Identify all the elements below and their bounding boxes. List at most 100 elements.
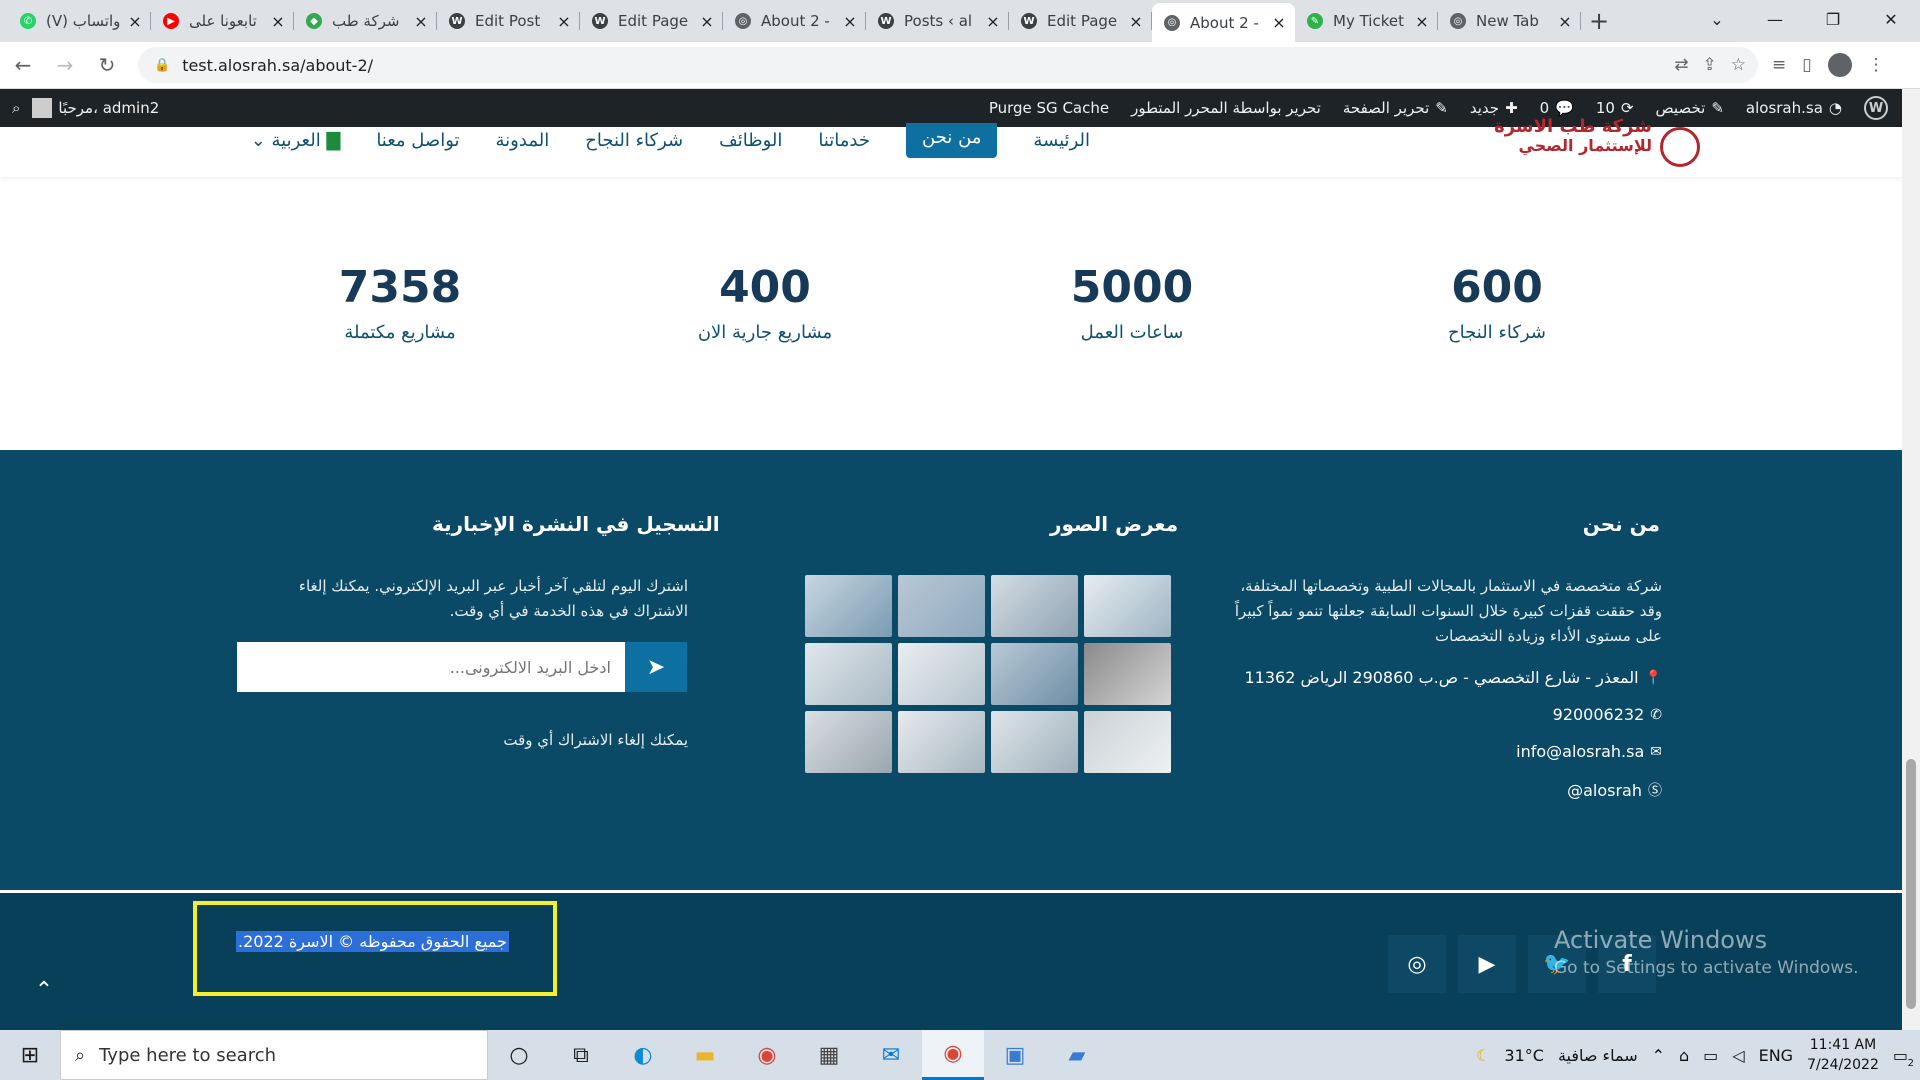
gallery-thumbnail[interactable]	[991, 643, 1078, 705]
mail-icon[interactable]: ✉	[860, 1030, 922, 1080]
clock[interactable]: 11:41 AM 7/24/2022	[1807, 1035, 1879, 1075]
network-icon[interactable]: ⌂	[1679, 1046, 1689, 1065]
maximize-button[interactable]: ❐	[1804, 0, 1862, 38]
site-logo[interactable]: شركة طب الاسرة للإستثمار الصحي	[1452, 117, 1700, 177]
reload-button[interactable]: ↻	[88, 46, 126, 84]
tab-close-icon[interactable]: ×	[1414, 12, 1430, 31]
tab-close-icon[interactable]: ×	[985, 12, 1001, 31]
cortana-icon[interactable]: ○	[488, 1030, 550, 1080]
browser-tab[interactable]: ✎ My Ticket ×	[1295, 3, 1438, 39]
close-window-button[interactable]: ✕	[1862, 0, 1920, 38]
instagram-icon[interactable]: ◎	[1388, 935, 1446, 993]
chrome-active-icon[interactable]: ◉	[922, 1030, 984, 1080]
volume-icon[interactable]: ◁	[1732, 1046, 1744, 1065]
nav-item[interactable]: من نحن	[906, 123, 998, 158]
browser-tab[interactable]: ◎ About 2 - ×	[1152, 3, 1295, 42]
gallery-thumbnail[interactable]	[898, 711, 985, 773]
gallery-thumbnail[interactable]	[991, 711, 1078, 773]
newsletter-submit-button[interactable]: ➤	[625, 642, 687, 692]
gallery-thumbnail[interactable]	[805, 643, 892, 705]
browser-tab[interactable]: ◆ شركة طب ×	[294, 3, 437, 39]
admin-comments[interactable]: 💬 0	[1540, 99, 1574, 117]
admin-search-icon[interactable]: ⌕	[12, 99, 20, 117]
forward-button[interactable]: →	[46, 46, 84, 84]
start-button[interactable]: ⊞	[0, 1030, 60, 1080]
admin-edit-page[interactable]: ✎ تحرير الصفحة	[1343, 99, 1448, 117]
reading-list-icon[interactable]: ≡	[1772, 55, 1786, 75]
admin-account[interactable]: مرحبًا، admin2	[32, 98, 159, 118]
profile-avatar[interactable]	[1827, 53, 1852, 77]
browser-tab[interactable]: ▶ تابعونا على ×	[151, 3, 294, 39]
file-explorer-icon[interactable]: ▬	[674, 1030, 736, 1080]
bookmark-star-icon[interactable]: ☆	[1731, 55, 1746, 75]
tab-close-icon[interactable]: ×	[842, 12, 858, 31]
nav-item[interactable]: الوظائف	[719, 130, 782, 151]
admin-purge-cache[interactable]: Purge SG Cache	[989, 99, 1109, 117]
edge-icon[interactable]: ◐	[612, 1030, 674, 1080]
minimize-button[interactable]: —	[1746, 0, 1804, 38]
browser-tab[interactable]: W Posts ‹ al ×	[866, 3, 1009, 39]
gallery-thumbnail[interactable]	[1084, 643, 1171, 705]
gallery-thumbnail[interactable]	[1084, 575, 1171, 637]
photos-icon[interactable]: ▣	[984, 1030, 1046, 1080]
side-panel-icon[interactable]: ▯	[1802, 55, 1811, 75]
share-icon[interactable]: ⇪	[1703, 55, 1717, 75]
language-switcher[interactable]: ▇ العربية ⌄	[251, 130, 341, 151]
notes-icon[interactable]: ▰	[1046, 1030, 1108, 1080]
address-bar[interactable]: 🔒 test.alosrah.sa/about-2/ ⇄ ⇪ ☆	[138, 47, 1758, 83]
new-tab-button[interactable]: +	[1581, 3, 1617, 39]
gallery-thumbnail[interactable]	[991, 575, 1078, 637]
tab-close-icon[interactable]: ×	[1128, 12, 1144, 31]
admin-updates[interactable]: ⟳ 10	[1596, 99, 1634, 117]
admin-new[interactable]: ✚ جديد	[1470, 99, 1518, 117]
gallery-thumbnail[interactable]	[805, 575, 892, 637]
browser-tab[interactable]: ◎ About 2 - ×	[723, 3, 866, 39]
browser-tab[interactable]: ✆ (V) واتساب ×	[8, 3, 151, 39]
admin-edit-advanced[interactable]: تحرير بواسطة المحرر المتطور	[1131, 99, 1321, 117]
browser-tab[interactable]: W Edit Page ×	[580, 3, 723, 39]
tab-close-icon[interactable]: ×	[270, 12, 286, 31]
admin-customize[interactable]: ✎ تخصيص	[1656, 99, 1724, 117]
youtube-icon[interactable]: ▶	[1458, 935, 1516, 993]
tab-search-icon[interactable]: ⌄	[1688, 0, 1746, 38]
contact-email[interactable]: ✉ info@alosrah.sa	[1516, 742, 1662, 761]
taskbar-search[interactable]: ⌕ Type here to search	[60, 1030, 488, 1080]
gallery-thumbnail[interactable]	[1084, 711, 1171, 773]
gallery-thumbnail[interactable]	[898, 575, 985, 637]
nav-item[interactable]: الرئيسة	[1033, 130, 1090, 151]
tab-close-icon[interactable]: ×	[127, 12, 143, 31]
weather-temp[interactable]: 31°C	[1504, 1046, 1544, 1065]
language-indicator[interactable]: ENG	[1759, 1046, 1793, 1065]
tab-close-icon[interactable]: ×	[1271, 13, 1287, 32]
more-menu-icon[interactable]: ⋮	[1868, 55, 1885, 75]
back-to-top-button[interactable]: ⌃	[22, 968, 66, 1012]
nav-item[interactable]: خدماتنا	[818, 130, 870, 151]
battery-icon[interactable]: ▭	[1703, 1046, 1718, 1065]
nav-item[interactable]: المدونة	[496, 130, 550, 151]
task-view-icon[interactable]: ⧉	[550, 1030, 612, 1080]
tab-close-icon[interactable]: ×	[413, 12, 429, 31]
contact-phone[interactable]: ✆ 920006232	[1553, 705, 1662, 724]
wordpress-logo-icon[interactable]: W	[1864, 96, 1888, 120]
notification-icon[interactable]: ▭ 2	[1893, 1046, 1914, 1069]
scrollbar-thumb[interactable]	[1906, 759, 1916, 1009]
tab-close-icon[interactable]: ×	[699, 12, 715, 31]
nav-item[interactable]: تواصل معنا	[376, 130, 459, 151]
chrome-icon[interactable]: ◉	[736, 1030, 798, 1080]
browser-tab[interactable]: ◎ New Tab ×	[1438, 3, 1581, 39]
tab-close-icon[interactable]: ×	[556, 12, 572, 31]
weather-text[interactable]: سماء صافية	[1558, 1046, 1638, 1065]
admin-site-name[interactable]: ◔ alosrah.sa	[1746, 99, 1842, 117]
newsletter-email-input[interactable]	[237, 642, 625, 692]
gallery-thumbnail[interactable]	[805, 711, 892, 773]
contact-skype[interactable]: Ⓢalosrah@	[1567, 780, 1662, 800]
gallery-thumbnail[interactable]	[898, 643, 985, 705]
page-scrollbar[interactable]	[1902, 89, 1920, 1030]
store-icon[interactable]: ▦	[798, 1030, 860, 1080]
browser-tab[interactable]: W Edit Page ×	[1009, 3, 1152, 39]
back-button[interactable]: ←	[4, 46, 42, 84]
tray-chevron-icon[interactable]: ⌃	[1652, 1046, 1665, 1065]
nav-item[interactable]: شركاء النجاح	[585, 130, 683, 151]
browser-tab[interactable]: W Edit Post ×	[437, 3, 580, 39]
translate-icon[interactable]: ⇄	[1674, 55, 1688, 75]
